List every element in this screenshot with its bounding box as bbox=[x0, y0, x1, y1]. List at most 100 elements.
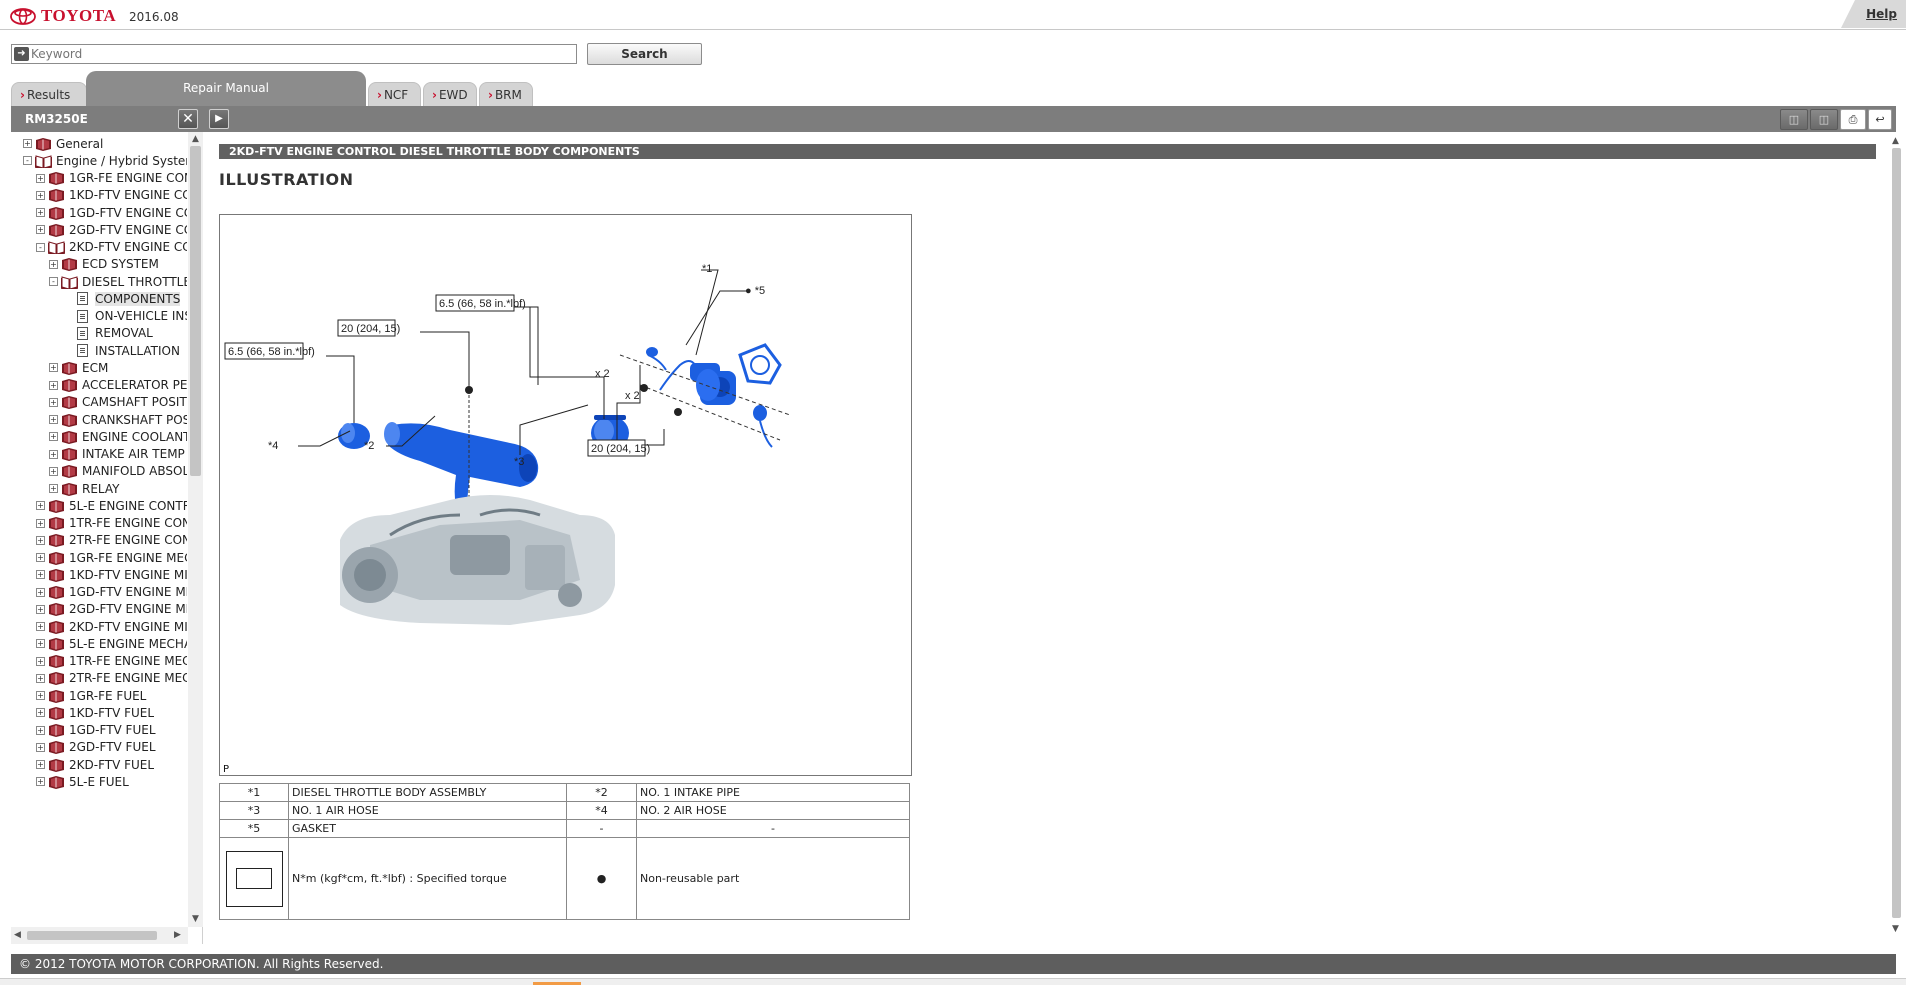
book-icon bbox=[48, 188, 69, 203]
tree-item-label: 1GR-FE ENGINE CON bbox=[69, 171, 187, 185]
help-button[interactable]: Help bbox=[1841, 0, 1906, 28]
close-icon[interactable]: ✕ bbox=[178, 109, 198, 129]
next-page-icon[interactable]: ◫ bbox=[1810, 109, 1838, 130]
expand-plus-icon[interactable]: + bbox=[49, 484, 58, 493]
scroll-right-icon[interactable]: ▶ bbox=[174, 930, 181, 940]
expand-plus-icon[interactable]: + bbox=[49, 449, 58, 459]
tree-vertical-scrollbar[interactable]: ▲ ▼ bbox=[188, 132, 203, 927]
book-icon bbox=[48, 723, 69, 737]
expand-arrow-icon[interactable]: ▶ bbox=[209, 109, 229, 129]
expand-plus-icon[interactable]: + bbox=[36, 518, 45, 528]
open-book-icon bbox=[61, 275, 82, 289]
open-book-icon bbox=[35, 154, 56, 168]
tree-item-label: 1GR-FE FUEL bbox=[69, 688, 147, 703]
callout-4: *4 bbox=[268, 440, 278, 452]
help-link[interactable]: Help bbox=[1866, 7, 1897, 21]
book-icon bbox=[48, 602, 69, 617]
callout-5: ● *5 bbox=[745, 285, 765, 297]
manual-tree: + General - Engine / Hybrid Systen +1GR-FE E… bbox=[11, 132, 203, 944]
book-icon bbox=[61, 464, 82, 479]
collapse-minus-icon[interactable]: - bbox=[49, 277, 58, 286]
torque-legend-text: N*m (kgf*cm, ft.*lbf) : Specified torque bbox=[288, 837, 567, 920]
torque-spec-air-hose-2: 6.5 (66, 58 in.*lbf) bbox=[224, 342, 315, 360]
torque-spec-intake-pipe: 20 (204, 15) bbox=[337, 319, 400, 337]
expand-plus-icon[interactable]: + bbox=[49, 380, 58, 390]
expand-plus-icon[interactable]: + bbox=[49, 466, 58, 476]
tab-ewd[interactable]: › EWD bbox=[423, 82, 477, 106]
legend-key: *1 bbox=[219, 783, 289, 802]
expand-plus-icon[interactable]: + bbox=[36, 656, 45, 666]
expand-plus-icon[interactable]: + bbox=[49, 363, 58, 373]
scroll-left-icon[interactable]: ◀ bbox=[14, 930, 21, 940]
tab-ncf[interactable]: › NCF bbox=[368, 82, 421, 106]
tree-scroll-thumb[interactable] bbox=[190, 146, 201, 476]
expand-plus-icon[interactable]: + bbox=[36, 691, 45, 700]
scroll-up-icon[interactable]: ▲ bbox=[1892, 136, 1899, 146]
chevron-right-icon: › bbox=[488, 88, 493, 102]
expand-plus-icon[interactable]: + bbox=[36, 501, 45, 511]
tree-item-label: ECM bbox=[82, 360, 109, 375]
book-icon bbox=[61, 430, 82, 444]
expand-plus-icon[interactable]: + bbox=[36, 553, 45, 562]
open-book-icon bbox=[48, 240, 69, 254]
expand-plus-icon[interactable]: + bbox=[36, 208, 45, 217]
expand-plus-icon[interactable]: + bbox=[36, 760, 45, 769]
expand-plus-icon[interactable]: + bbox=[36, 725, 45, 735]
torque-air-hose-2-text: 6.5 (66, 58 in.*lbf) bbox=[228, 346, 315, 358]
expand-plus-icon[interactable]: + bbox=[49, 397, 58, 407]
expand-plus-icon[interactable]: + bbox=[36, 622, 45, 631]
book-icon bbox=[61, 413, 82, 427]
book-icon bbox=[48, 533, 69, 548]
prev-page-icon[interactable]: ◫ bbox=[1780, 109, 1808, 130]
keyword-field[interactable]: ➜ bbox=[11, 44, 577, 64]
print-icon[interactable]: ⎙ bbox=[1840, 109, 1866, 130]
expand-plus-icon[interactable]: + bbox=[36, 173, 45, 183]
tree-item-label: 1GR-FE ENGINE MEC bbox=[69, 550, 187, 565]
expand-plus-icon[interactable]: + bbox=[36, 604, 45, 614]
content-scroll-thumb[interactable] bbox=[1892, 148, 1901, 918]
tree-item[interactable]: +5L-E FUEL bbox=[36, 771, 129, 792]
tree-item-label: 2KD-FTV ENGINE MI bbox=[69, 619, 187, 634]
tree-item-label: 2GD-FTV ENGINE CC bbox=[69, 222, 187, 237]
expand-plus-icon[interactable]: + bbox=[23, 139, 32, 148]
tree-item-label: 2TR-FE ENGINE MEC bbox=[69, 671, 187, 686]
content-vertical-scrollbar[interactable]: ▲ ▼ bbox=[1889, 136, 1904, 936]
tree-item-label: ECD SYSTEM bbox=[82, 257, 159, 272]
expand-plus-icon[interactable]: + bbox=[36, 225, 45, 235]
tree-item-label: 5L-E ENGINE CONTR bbox=[69, 498, 187, 513]
back-return-icon[interactable]: ↩ bbox=[1868, 109, 1892, 130]
tab-repair-manual[interactable]: Repair Manual bbox=[86, 71, 366, 106]
collapse-minus-icon[interactable]: - bbox=[23, 156, 32, 166]
book-icon bbox=[48, 551, 69, 565]
expand-plus-icon[interactable]: + bbox=[36, 673, 45, 683]
tree-item-label: ENGINE COOLANT bbox=[82, 429, 187, 444]
expand-plus-icon[interactable]: + bbox=[49, 432, 58, 442]
expand-plus-icon[interactable]: + bbox=[49, 415, 58, 424]
scroll-down-icon[interactable]: ▼ bbox=[1892, 924, 1899, 934]
expand-plus-icon[interactable]: + bbox=[36, 708, 45, 718]
tree-horizontal-scrollbar[interactable]: ◀ ▶ bbox=[11, 927, 188, 944]
tab-ncf-label: NCF bbox=[383, 88, 409, 102]
expand-plus-icon[interactable]: + bbox=[36, 587, 45, 597]
expand-plus-icon[interactable]: + bbox=[36, 190, 45, 200]
book-icon bbox=[61, 378, 82, 392]
tree-hscroll-thumb[interactable] bbox=[27, 931, 157, 940]
tree-item-label: 2GD-FTV FUEL bbox=[69, 740, 156, 755]
scroll-down-icon[interactable]: ▼ bbox=[192, 914, 199, 924]
expand-plus-icon[interactable]: + bbox=[36, 570, 45, 580]
expand-plus-icon[interactable]: + bbox=[36, 535, 45, 545]
torque-box-icon bbox=[225, 850, 283, 907]
tab-brm[interactable]: › BRM bbox=[479, 82, 533, 106]
tab-results[interactable]: › Results bbox=[11, 82, 87, 106]
collapse-minus-icon[interactable]: - bbox=[36, 242, 45, 252]
keyword-input[interactable] bbox=[31, 45, 573, 63]
expand-plus-icon[interactable]: + bbox=[36, 742, 45, 752]
expand-plus-icon[interactable]: + bbox=[36, 639, 45, 649]
torque-symbol-cell bbox=[219, 837, 289, 920]
search-button[interactable]: Search bbox=[587, 43, 702, 65]
expand-plus-icon[interactable]: + bbox=[49, 259, 58, 269]
scroll-up-icon[interactable]: ▲ bbox=[192, 134, 199, 144]
book-icon bbox=[48, 637, 69, 651]
expand-plus-icon[interactable]: + bbox=[36, 777, 45, 787]
nonreusable-symbol: ● bbox=[566, 837, 637, 920]
